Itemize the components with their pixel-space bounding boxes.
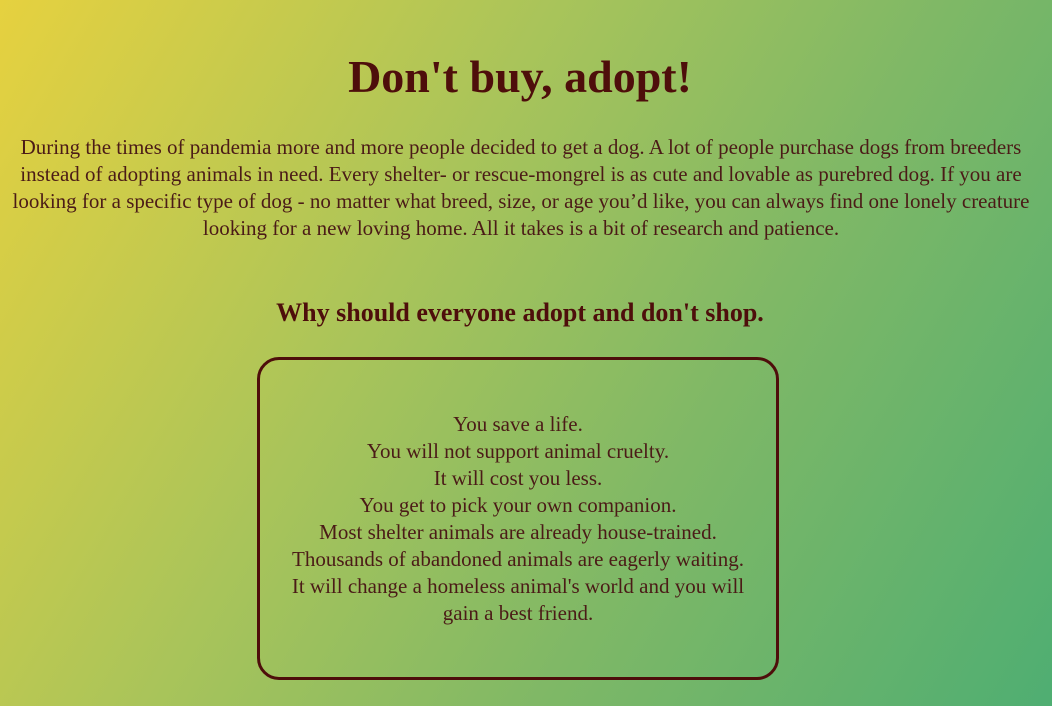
section-heading: Why should everyone adopt and don't shop… (276, 298, 764, 327)
reasons-box: You save a life. You will not support an… (257, 357, 779, 680)
page: Don't buy, adopt! During the times of pa… (0, 0, 1052, 706)
reason-item: You save a life. (453, 411, 583, 436)
reason-item: You get to pick your own companion. (359, 492, 677, 517)
reason-item: Most shelter animals are already house-t… (319, 519, 717, 544)
reason-item: It will cost you less. (433, 465, 603, 490)
reason-item: It will change a homeless animal's world… (291, 573, 745, 625)
page-title: Don't buy, adopt! (348, 51, 692, 102)
reason-item: Thousands of abandoned animals are eager… (292, 546, 744, 571)
intro-paragraph: During the times of pandemia more and mo… (12, 135, 1030, 240)
reason-item: You will not support animal cruelty. (366, 438, 670, 463)
reasons-list: You save a life. You will not support an… (283, 411, 753, 627)
